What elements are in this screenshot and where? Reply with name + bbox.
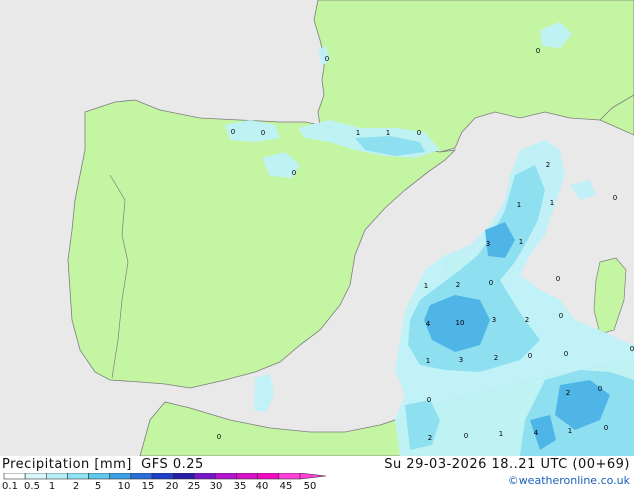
legend-tick-label: 30 xyxy=(210,481,223,490)
legend-swatch xyxy=(130,473,153,480)
precip-value-label: 0 xyxy=(613,194,617,202)
precip-value-label: 0 xyxy=(217,433,221,441)
precip-value-label: 1 xyxy=(426,357,430,365)
legend-swatch xyxy=(88,473,111,480)
precip-value-label: 1 xyxy=(386,129,390,137)
legend-swatch xyxy=(172,473,195,480)
legend-tick-label: 45 xyxy=(280,481,293,490)
legend-swatch xyxy=(215,473,237,480)
legend-tick-label: 35 xyxy=(234,481,247,490)
legend-swatch xyxy=(151,473,174,480)
legend-tick-label: 0.1 xyxy=(2,481,18,490)
precip-value-label: 0 xyxy=(325,55,329,63)
precip-value-label: 3 xyxy=(459,356,463,364)
precip-value-label: 0 xyxy=(427,396,431,404)
product-title: Precipitation [mm] GFS 0.25 xyxy=(2,457,204,472)
legend-tick-label: 5 xyxy=(95,481,101,490)
precip-value-label: 2 xyxy=(546,161,550,169)
product-name: Precipitation [mm] xyxy=(2,457,132,472)
precip-value-label: 3 xyxy=(492,316,496,324)
precip-value-label: 0 xyxy=(464,432,468,440)
precip-value-label: 4 xyxy=(534,429,539,437)
precip-value-label: 0 xyxy=(292,169,296,177)
legend-tick-label: 15 xyxy=(142,481,155,490)
precip-value-label: 3 xyxy=(486,240,490,248)
precip-value-label: 1 xyxy=(550,199,554,207)
precip-legend: 0.1 0.5 1 2 5 10 15 20 25 30 35 40 45 50 xyxy=(2,473,327,490)
precip-value-label: 0 xyxy=(604,424,608,432)
precip-value-label: 1 xyxy=(356,129,360,137)
precip-value-label: 0 xyxy=(598,385,602,393)
legend-swatch xyxy=(3,473,26,480)
precip-value-label: 2 xyxy=(456,281,460,289)
legend-swatch xyxy=(236,473,259,480)
precip-value-label: 0 xyxy=(489,279,493,287)
legend-swatch xyxy=(24,473,47,480)
precip-value-label: 0 xyxy=(559,312,563,320)
legend-swatch xyxy=(109,473,132,480)
precip-value-label: 2 xyxy=(494,354,498,362)
legend-overflow-arrow xyxy=(299,473,327,480)
precip-value-label: 1 xyxy=(568,427,572,435)
precip-value-label: 1 xyxy=(424,282,428,290)
precip-value-label: 0 xyxy=(261,129,265,137)
valid-time: Su 29-03-2026 18..21 UTC (00+69) xyxy=(384,457,630,472)
precip-value-label: 0 xyxy=(528,352,532,360)
legend-tick-label: 40 xyxy=(256,481,269,490)
precip-value-label: 0 xyxy=(536,47,540,55)
legend-tick-label: 50 xyxy=(304,481,317,490)
model-name: GFS 0.25 xyxy=(141,457,204,472)
footer-bar: Precipitation [mm] GFS 0.25 Su 29-03-202… xyxy=(0,456,634,490)
legend-tick-label: 10 xyxy=(118,481,131,490)
legend-swatch xyxy=(45,473,68,480)
legend-swatch xyxy=(67,473,89,480)
precip-value-label: 0 xyxy=(630,345,634,353)
precip-value-label: 0 xyxy=(231,128,235,136)
precip-value-label: 0 xyxy=(417,129,421,137)
precip-value-label: 4 xyxy=(426,320,431,328)
legend-swatch xyxy=(257,473,280,480)
legend-tick-label: 20 xyxy=(166,481,179,490)
legend-tick-label: 2 xyxy=(73,481,79,490)
precip-value-label: 1 xyxy=(517,201,521,209)
precip-value-label: 1 xyxy=(499,430,503,438)
precip-value-label: 0 xyxy=(556,275,560,283)
legend-tick-label: 0.5 xyxy=(24,481,40,490)
legend-tick-label: 1 xyxy=(49,481,55,490)
precipitation-map: 0 0 0 0 0 1 1 0 2 1 1 0 3 1 0 1 2 0 4 10 3 2 0 1 3 2 0 0 0 0 2 0 0 4 1 0 2 1 0 xyxy=(0,0,634,456)
precip-value-label: 2 xyxy=(566,389,570,397)
precip-value-label: 2 xyxy=(525,316,529,324)
precip-value-label: 0 xyxy=(564,350,568,358)
map-canvas: 000 001 1 021 103 101 2 04 10 3 2 01 3 2 0 0002 004 102 10 xyxy=(0,0,634,456)
credit-link[interactable]: ©weatheronline.co.uk xyxy=(508,474,630,487)
precip-value-label: 2 xyxy=(428,434,432,442)
precip-value-label: 1 xyxy=(519,238,523,246)
legend-swatch xyxy=(193,473,216,480)
legend-swatch xyxy=(278,473,301,480)
legend-tick-label: 25 xyxy=(188,481,201,490)
precip-value-label: 10 xyxy=(456,319,465,327)
